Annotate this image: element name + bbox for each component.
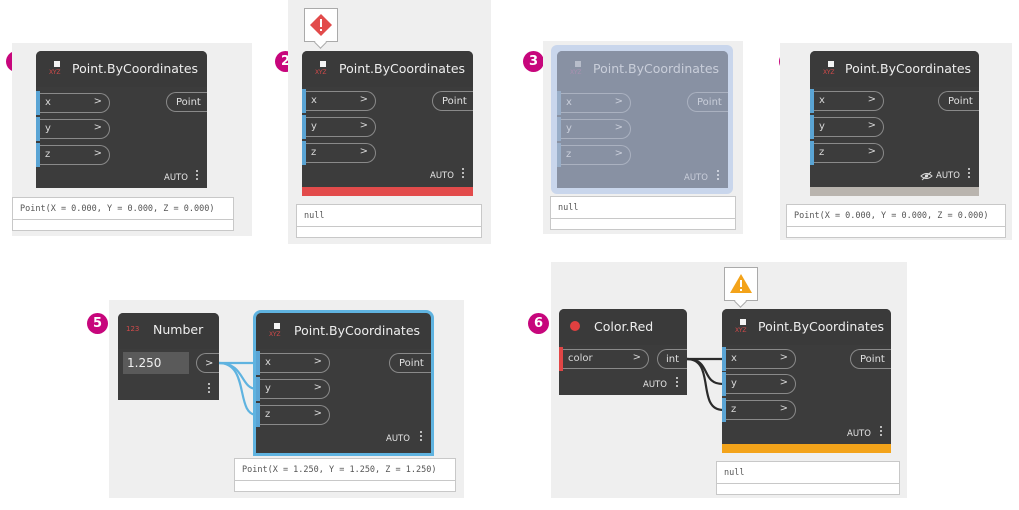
output-port-point[interactable]: Point bbox=[850, 349, 891, 369]
node-title: Point.ByCoordinates bbox=[758, 319, 885, 334]
point-node-6[interactable]: XYZ Point.ByCoordinates x > y > z > Point A… bbox=[722, 309, 891, 453]
xyz-icon: XYZ bbox=[735, 319, 751, 339]
node-menu-icon[interactable] bbox=[880, 426, 883, 438]
lacing-label[interactable]: AUTO bbox=[847, 429, 871, 439]
input-port-z[interactable]: z > bbox=[722, 398, 796, 422]
warning-state-bar bbox=[722, 444, 891, 453]
preview-bubble-6: null bbox=[716, 461, 900, 495]
input-port-x[interactable]: x > bbox=[722, 347, 796, 371]
input-port-y[interactable]: y > bbox=[722, 372, 796, 396]
